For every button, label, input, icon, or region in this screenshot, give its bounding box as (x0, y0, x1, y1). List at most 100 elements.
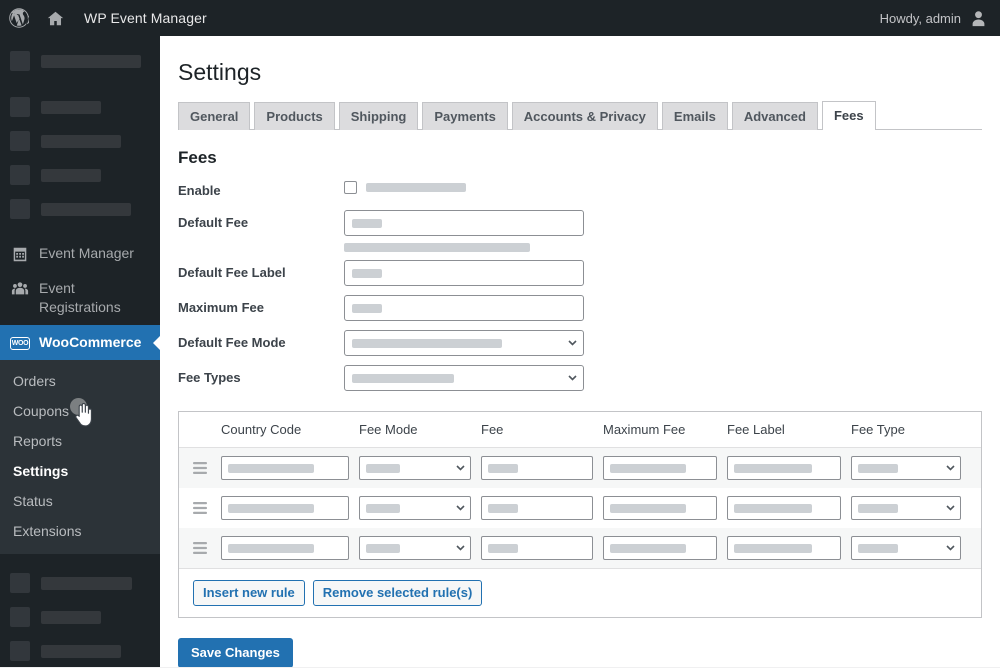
row-fee-input[interactable] (481, 456, 593, 480)
sidebar-skeleton-mid (0, 78, 160, 226)
tab-emails[interactable]: Emails (661, 102, 728, 130)
redacted-value (352, 218, 382, 228)
submenu-item-label: Extensions (13, 523, 82, 539)
submenu-item-label: Settings (13, 463, 69, 479)
row-fee-label-input[interactable] (727, 496, 841, 520)
drag-handle-icon[interactable] (179, 502, 221, 514)
row-fee-mode-select[interactable] (359, 496, 471, 520)
drag-handle-icon[interactable] (179, 542, 221, 554)
remove-selected-rules-button[interactable]: Remove selected rule(s) (312, 580, 483, 606)
row-fee-input[interactable] (481, 496, 593, 520)
tab-fees[interactable]: Fees (821, 101, 876, 130)
placeholder-icon (10, 97, 30, 117)
tab-accounts-privacy[interactable]: Accounts & Privacy (511, 102, 658, 130)
tab-payments[interactable]: Payments (422, 102, 508, 130)
sidebar-item-status[interactable]: Status (0, 486, 160, 516)
row-fee-type-select[interactable] (851, 456, 961, 480)
column-header-fee-mode: Fee Mode (359, 422, 418, 437)
placeholder-label (41, 610, 101, 624)
placeholder-icon (10, 51, 30, 71)
admin-bar-account[interactable]: Howdy, admin (880, 9, 1000, 28)
row-fee-label-input[interactable] (727, 456, 841, 480)
column-header-fee: Fee (481, 422, 504, 437)
table-row (179, 528, 981, 568)
maximum-fee-input[interactable] (344, 295, 584, 321)
sidebar-item-settings[interactable]: Settings (0, 456, 160, 486)
redacted-value (734, 543, 812, 553)
table-actions: Insert new rule Remove selected rule(s) (179, 568, 981, 617)
sidebar-item-coupons[interactable]: Coupons (0, 396, 160, 426)
sidebar-item-event-manager[interactable]: Event Manager (0, 236, 160, 271)
sidebar-item-woocommerce[interactable]: WOO WooCommerce (0, 325, 161, 360)
tab-advanced[interactable]: Advanced (731, 102, 818, 130)
row-fee-input[interactable] (481, 536, 593, 560)
redacted-value (352, 373, 454, 383)
redacted-value (352, 338, 502, 348)
default-fee-input[interactable] (344, 210, 584, 236)
row-maximum-fee-input[interactable] (603, 456, 717, 480)
home-icon[interactable] (38, 0, 73, 36)
chevron-down-icon (568, 340, 577, 346)
sidebar-redacted-item[interactable] (0, 192, 160, 226)
redacted-value (734, 503, 812, 513)
field-label-fee-types: Fee Types (178, 370, 241, 385)
column-header-fee-label: Fee Label (727, 422, 785, 437)
placeholder-icon (10, 199, 30, 219)
field-label-default-fee: Default Fee (178, 215, 249, 230)
chevron-down-icon (456, 545, 465, 551)
field-label-enable: Enable (178, 183, 221, 198)
woocommerce-submenu: Orders Coupons Reports Settings Status E… (0, 360, 160, 554)
sidebar-redacted-item[interactable] (0, 124, 160, 158)
form-row-maximum-fee: Maximum Fee (178, 295, 982, 323)
howdy-label: Howdy, admin (879, 10, 961, 26)
redacted-value (488, 503, 518, 513)
row-fee-mode-select[interactable] (359, 536, 471, 560)
tab-products[interactable]: Products (254, 102, 335, 130)
row-maximum-fee-input[interactable] (603, 496, 717, 520)
redacted-value (610, 463, 686, 473)
redacted-value (488, 543, 518, 553)
fee-types-select[interactable] (344, 365, 584, 391)
row-country-code-input[interactable] (221, 496, 349, 520)
table-row (179, 488, 981, 528)
sidebar-item-label: Event Registrations (39, 280, 121, 315)
placeholder-label (41, 100, 101, 114)
site-name[interactable]: WP Event Manager (73, 0, 216, 36)
sidebar-redacted-item[interactable] (0, 90, 160, 124)
sidebar-skeleton-bottom (0, 554, 160, 668)
default-fee-mode-select[interactable] (344, 330, 584, 356)
field-label-maximum-fee: Maximum Fee (178, 300, 264, 315)
sidebar-item-label: WooCommerce (39, 334, 142, 350)
submenu-item-label: Coupons (13, 403, 70, 419)
form-row-default-fee-label: Default Fee Label (178, 260, 982, 288)
row-country-code-input[interactable] (221, 456, 349, 480)
sidebar-redacted-item[interactable] (0, 44, 160, 78)
sidebar-item-orders[interactable]: Orders (0, 366, 160, 396)
row-fee-type-select[interactable] (851, 536, 961, 560)
drag-handle-icon[interactable] (179, 462, 221, 474)
insert-new-rule-button[interactable]: Insert new rule (193, 580, 305, 606)
row-country-code-input[interactable] (221, 536, 349, 560)
sidebar-item-extensions[interactable]: Extensions (0, 516, 160, 546)
placeholder-icon (10, 165, 30, 185)
default-fee-label-input[interactable] (344, 260, 584, 286)
sidebar-redacted-item[interactable] (0, 158, 160, 192)
enable-checkbox[interactable] (344, 181, 357, 194)
row-fee-type-select[interactable] (851, 496, 961, 520)
row-fee-label-input[interactable] (727, 536, 841, 560)
column-header-maximum-fee: Maximum Fee (603, 422, 686, 437)
row-maximum-fee-input[interactable] (603, 536, 717, 560)
sidebar-redacted-item[interactable] (0, 634, 160, 668)
row-fee-mode-select[interactable] (359, 456, 471, 480)
column-header-country-code: Country Code (221, 422, 302, 437)
main-content: Settings General Products Shipping Payme… (160, 36, 1000, 667)
sidebar-item-reports[interactable]: Reports (0, 426, 160, 456)
wordpress-logo-icon[interactable] (0, 0, 38, 36)
sidebar-redacted-item[interactable] (0, 566, 160, 600)
save-changes-button[interactable]: Save Changes (178, 638, 293, 667)
tab-general[interactable]: General (178, 102, 251, 130)
form-row-default-fee-mode: Default Fee Mode (178, 330, 982, 358)
sidebar-redacted-item[interactable] (0, 600, 160, 634)
sidebar-item-event-registrations[interactable]: Event Registrations (0, 271, 160, 325)
tab-shipping[interactable]: Shipping (338, 102, 419, 130)
